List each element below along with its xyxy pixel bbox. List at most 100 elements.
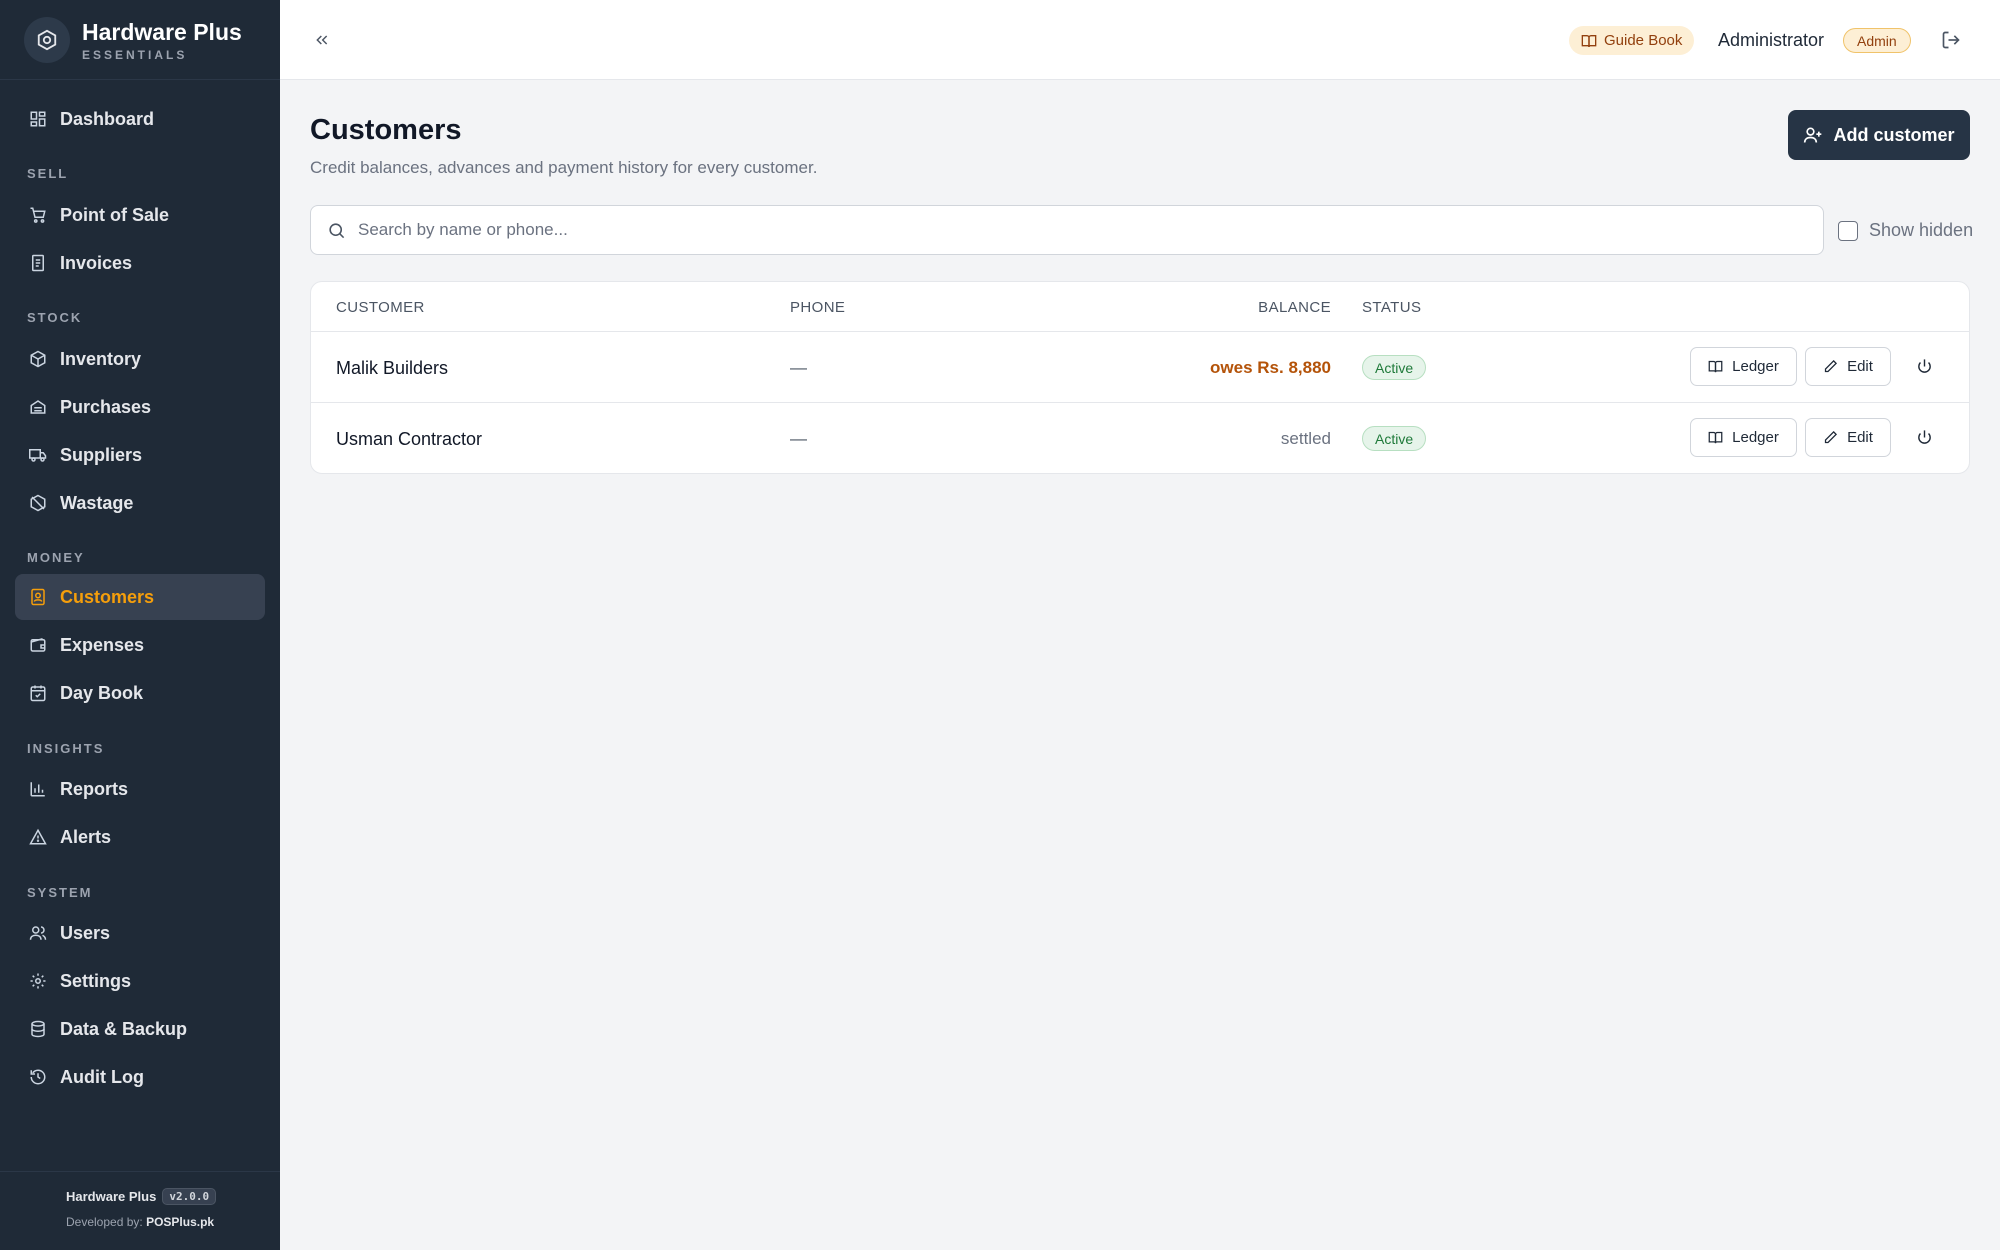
footer-developer: POSPlus.pk [146, 1215, 215, 1229]
sidebar-item-data-backup[interactable]: Data & Backup [15, 1006, 265, 1052]
show-hidden-checkbox[interactable] [1838, 220, 1858, 241]
footer-app-name: Hardware Plus [66, 1189, 157, 1204]
users-icon [28, 923, 48, 943]
sidebar-item-label: Inventory [60, 348, 142, 369]
column-header-status: STATUS [1362, 299, 1422, 316]
sidebar-item-label: Users [60, 922, 111, 943]
package-icon [28, 349, 48, 369]
dashboard-icon [28, 109, 48, 129]
sidebar-item-expenses[interactable]: Expenses [15, 622, 265, 668]
logout-button[interactable] [1939, 28, 1963, 52]
power-icon [1917, 359, 1931, 373]
sidebar-item-day-book[interactable]: Day Book [15, 670, 265, 716]
logout-icon [1942, 31, 1960, 49]
sidebar-item-settings[interactable]: Settings [15, 958, 265, 1004]
sidebar-item-point-of-sale[interactable]: Point of Sale [15, 192, 265, 238]
book-open-icon [1581, 33, 1597, 49]
history-icon [28, 1067, 48, 1087]
sidebar-item-reports[interactable]: Reports [15, 766, 265, 812]
sidebar-item-label: Expenses [60, 634, 145, 655]
sidebar-item-invoices[interactable]: Invoices [15, 240, 265, 286]
cart-icon [28, 205, 48, 225]
brand-subtitle: ESSENTIALS [82, 47, 188, 62]
ledger-button[interactable]: Ledger [1690, 418, 1797, 457]
customer-balance: owes Rs. 8,880 [1210, 358, 1331, 377]
ledger-button[interactable]: Ledger [1690, 347, 1797, 386]
show-hidden-toggle[interactable]: Show hidden [1838, 220, 1973, 241]
column-header-balance: BALANCE [1258, 299, 1331, 316]
user-name: Administrator [1718, 30, 1825, 50]
sidebar-item-label: Invoices [60, 252, 133, 273]
calendar-check-icon [28, 683, 48, 703]
sidebar-item-users[interactable]: Users [15, 910, 265, 956]
top-bar: Guide Book Administrator Admin [280, 0, 2000, 80]
sidebar-item-label: Settings [60, 970, 132, 991]
sidebar-item-label: Data & Backup [60, 1018, 188, 1039]
brand: Hardware Plus ESSENTIALS [0, 0, 280, 80]
gear-icon [28, 971, 48, 991]
power-icon [1917, 430, 1931, 444]
collapse-sidebar-button[interactable] [310, 28, 334, 52]
sidebar-item-label: Suppliers [60, 444, 143, 465]
edit-button[interactable]: Edit [1805, 418, 1891, 457]
page-title: Customers [310, 114, 462, 146]
sidebar-item-label: Reports [60, 778, 129, 799]
sidebar-item-label: Dashboard [60, 108, 155, 129]
sidebar-footer: Hardware Plus v2.0.0 Developed by: POSPl… [0, 1171, 280, 1250]
sidebar-item-purchases[interactable]: Purchases [15, 384, 265, 430]
sidebar-item-label: Alerts [60, 826, 112, 847]
sidebar-item-label: Customers [60, 586, 155, 607]
truck-icon [28, 445, 48, 465]
add-customer-button[interactable]: Add customer [1788, 110, 1970, 160]
edit-button[interactable]: Edit [1805, 347, 1891, 386]
nav-section-insights: INSIGHTS [27, 741, 105, 756]
database-icon [28, 1019, 48, 1039]
sidebar-item-inventory[interactable]: Inventory [15, 336, 265, 382]
role-badge: Admin [1843, 28, 1911, 53]
nav-section-system: SYSTEM [27, 885, 93, 900]
customer-phone: — [790, 358, 807, 377]
customer-name: Malik Builders [336, 358, 449, 378]
sidebar-item-label: Purchases [60, 396, 152, 417]
double-chevron-left-icon [316, 35, 328, 45]
deactivate-button[interactable] [1908, 347, 1940, 386]
edit-label: Edit [1847, 358, 1873, 375]
wastage-icon [28, 493, 48, 513]
customer-balance: settled [1280, 429, 1331, 448]
deactivate-button[interactable] [1908, 418, 1940, 457]
bar-chart-icon [28, 779, 48, 799]
show-hidden-label: Show hidden [1869, 220, 1974, 240]
edit-label: Edit [1847, 429, 1873, 446]
status-badge: Active [1362, 426, 1427, 451]
sidebar-item-alerts[interactable]: Alerts [15, 814, 265, 860]
sidebar-item-customers[interactable]: Customers [15, 574, 265, 620]
book-open-icon [1708, 359, 1723, 374]
table-row: Malik Builders — owes Rs. 8,880 Active L… [311, 332, 1969, 403]
search-input[interactable] [358, 220, 1758, 240]
sidebar-item-dashboard[interactable]: Dashboard [15, 96, 265, 142]
sidebar-item-audit-log[interactable]: Audit Log [15, 1054, 265, 1100]
sidebar-item-suppliers[interactable]: Suppliers [15, 432, 265, 478]
ledger-label: Ledger [1732, 358, 1779, 375]
search-icon [327, 221, 346, 240]
column-header-phone: PHONE [790, 299, 846, 316]
pencil-icon [1823, 359, 1838, 374]
sidebar-item-wastage[interactable]: Wastage [15, 480, 265, 526]
customer-phone: — [790, 429, 807, 448]
sidebar-item-label: Day Book [60, 682, 144, 703]
column-header-customer: CUSTOMER [336, 299, 425, 316]
contact-icon [28, 587, 48, 607]
purchases-icon [28, 397, 48, 417]
add-customer-label: Add customer [1833, 124, 1955, 145]
brand-title: Hardware Plus [82, 18, 242, 45]
guide-book-button[interactable]: Guide Book [1569, 26, 1695, 55]
brand-logo-icon [24, 16, 70, 63]
status-badge: Active [1362, 355, 1427, 380]
customers-table: CUSTOMER PHONE BALANCE STATUS Malik Buil… [310, 281, 1970, 474]
page-subtitle: Credit balances, advances and payment hi… [310, 158, 818, 177]
nav-section-sell: SELL [27, 166, 69, 181]
pencil-icon [1823, 430, 1838, 445]
sidebar: Hardware Plus ESSENTIALS Dashboard SELL … [0, 0, 280, 1250]
sidebar-item-label: Audit Log [60, 1066, 144, 1087]
user-plus-icon [1803, 125, 1823, 145]
